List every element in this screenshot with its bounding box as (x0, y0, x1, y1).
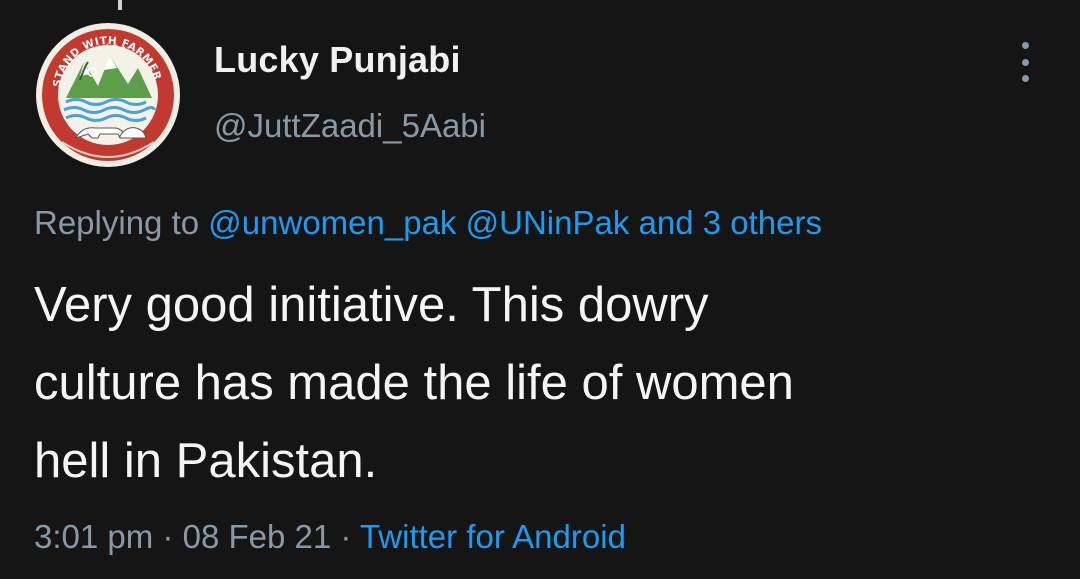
others-link[interactable]: and 3 others (639, 204, 822, 241)
tweet-meta: 3:01 pm · 08 Feb 21 · Twitter for Androi… (34, 514, 626, 560)
tweet-date[interactable]: 08 Feb 21 (183, 518, 332, 555)
mention-link-uninpak[interactable]: @UNinPak (466, 204, 630, 241)
display-name[interactable]: Lucky Punjabi (214, 36, 486, 84)
user-info[interactable]: Lucky Punjabi @JuttZaadi_5Aabi (214, 36, 486, 148)
user-handle[interactable]: @JuttZaadi_5Aabi (214, 104, 486, 148)
meta-separator: · (340, 518, 352, 555)
vertical-dots-icon (1021, 42, 1029, 49)
vertical-dots-icon (1021, 75, 1029, 82)
svg-text:★: ★ (104, 42, 110, 50)
tweet-time[interactable]: 3:01 pm (34, 518, 153, 555)
tweet-text-line: culture has made the life of women (34, 356, 794, 410)
svg-text:★: ★ (96, 44, 102, 52)
replying-to-label: Replying to (34, 204, 200, 241)
farmer-logo-icon: STAND WITH FARMER ★ ★ ★ ★ (36, 23, 180, 167)
tweet-text: Very good initiative. This dowry culture… (34, 266, 1054, 500)
tweet-source-link[interactable]: Twitter for Android (360, 518, 626, 555)
svg-text:★: ★ (120, 44, 126, 52)
thread-connector-line (118, 0, 122, 10)
vertical-dots-icon (1021, 58, 1029, 66)
svg-text:★: ★ (112, 42, 118, 50)
tweet-text-line: hell in Pakistan. (34, 434, 378, 488)
meta-separator: · (162, 518, 174, 555)
tweet-text-line: Very good initiative. This dowry (34, 278, 709, 332)
avatar[interactable]: STAND WITH FARMER ★ ★ ★ ★ (32, 20, 184, 170)
mention-link-unwomen-pak[interactable]: @unwomen_pak (208, 204, 456, 241)
replying-to-line: Replying to @unwomen_pak @UNinPak and 3 … (34, 200, 822, 246)
more-options-button[interactable] (1008, 42, 1042, 82)
